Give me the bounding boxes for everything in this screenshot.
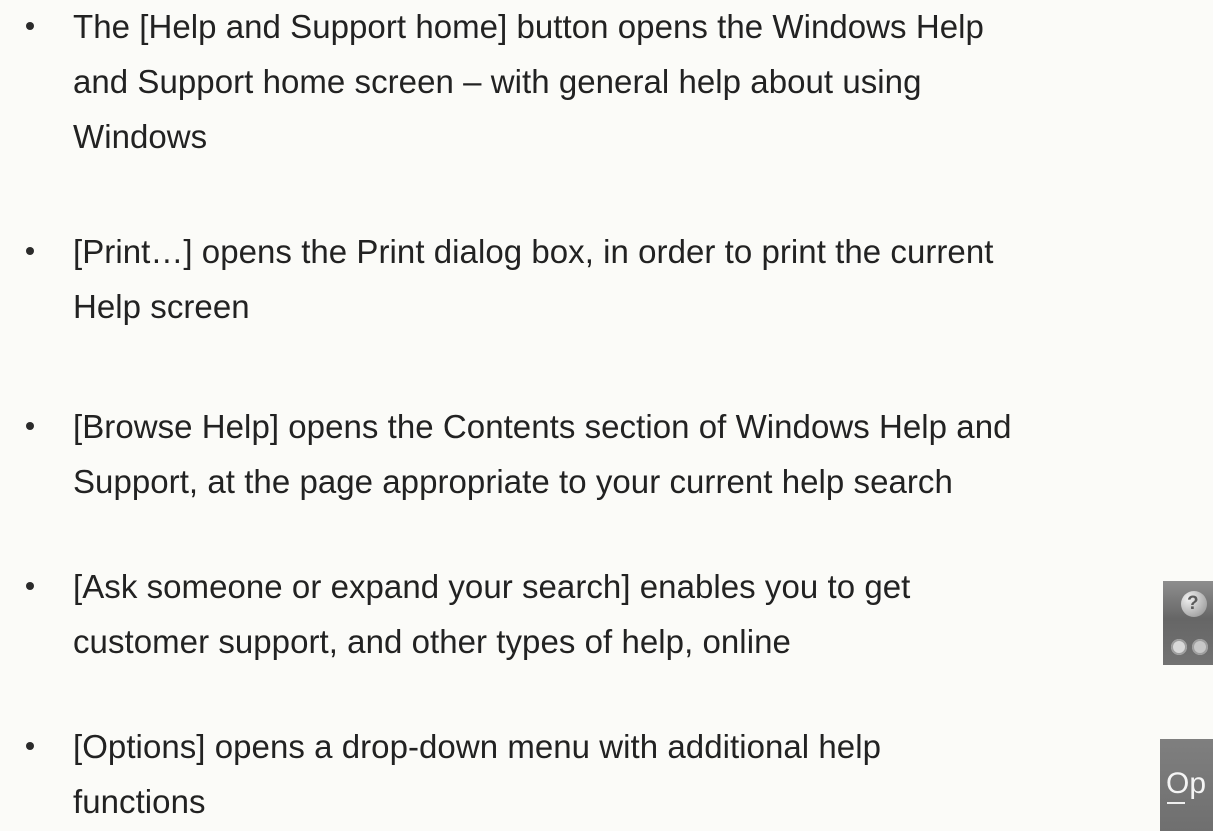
text-line: customer support, and other types of hel… xyxy=(73,623,791,660)
options-icon-underline xyxy=(1167,802,1185,804)
bullet-dot xyxy=(26,22,34,30)
text-line: [Print…] opens the Print dialog box, in … xyxy=(73,233,994,270)
bullet-dot xyxy=(26,582,34,590)
text-line: The [Help and Support home] button opens… xyxy=(73,8,984,45)
text-line: Help screen xyxy=(73,288,250,325)
bullet-item-options: [Options] opens a drop-down menu with ad… xyxy=(0,720,1213,830)
text-line: functions xyxy=(73,783,206,820)
bullet-dot xyxy=(26,247,34,255)
text-line: [Browse Help] opens the Contents section… xyxy=(73,408,1012,445)
ask-someone-icon: ? xyxy=(1163,581,1213,665)
text-line: Support, at the page appropriate to your… xyxy=(73,463,953,500)
person-icon xyxy=(1192,639,1208,655)
document-page: The [Help and Support home] button opens… xyxy=(0,0,1213,831)
bullet-item-ask-someone: [Ask someone or expand your search] enab… xyxy=(0,560,1213,690)
options-icon: Op xyxy=(1160,739,1213,831)
bullet-item-browse-help: [Browse Help] opens the Contents section… xyxy=(0,400,1213,530)
question-mark-icon: ? xyxy=(1187,593,1199,614)
text-line: and Support home screen – with general h… xyxy=(73,63,922,100)
text-line: [Options] opens a drop-down menu with ad… xyxy=(73,728,881,765)
bullet-dot xyxy=(26,742,34,750)
options-icon-label: Op xyxy=(1166,767,1207,800)
text-line: Windows xyxy=(73,118,208,155)
bullet-dot xyxy=(26,422,34,430)
bullet-item-print: [Print…] opens the Print dialog box, in … xyxy=(0,225,1213,355)
bullet-item-help-and-support-home: The [Help and Support home] button opens… xyxy=(0,0,1213,185)
person-icon xyxy=(1171,639,1187,655)
text-line: [Ask someone or expand your search] enab… xyxy=(73,568,911,605)
